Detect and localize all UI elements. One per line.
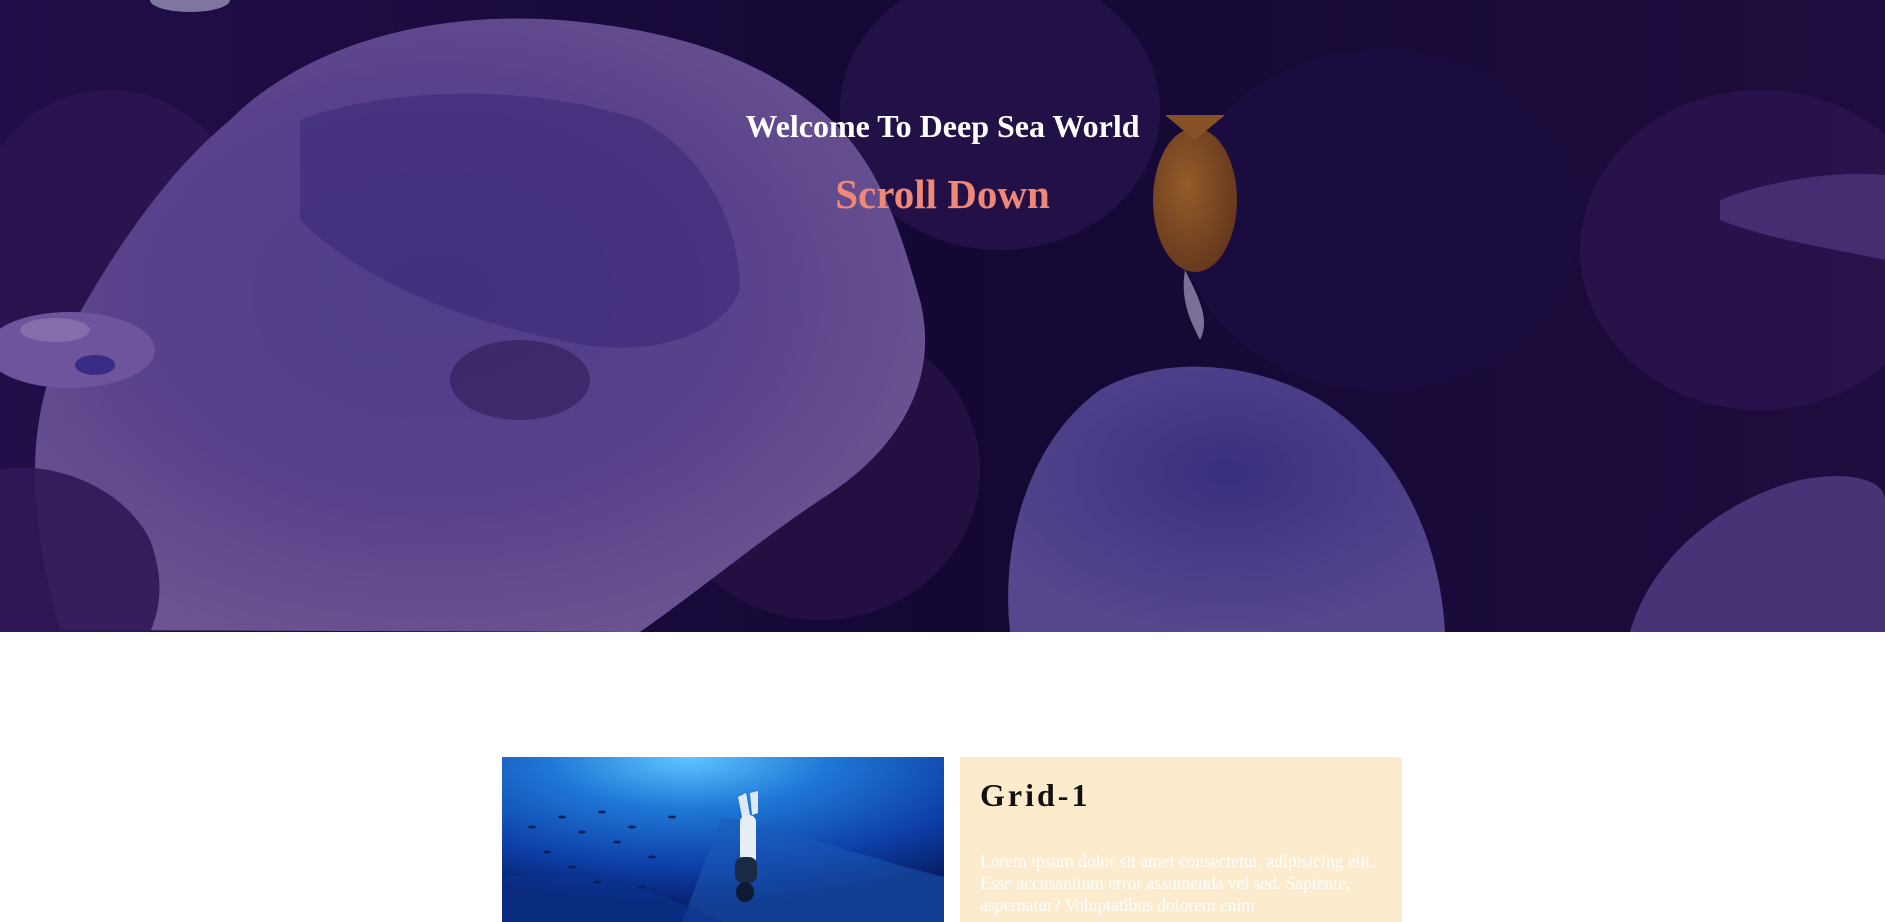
- hero-section: Welcome To Deep Sea World Scroll Down: [0, 0, 1885, 632]
- grid-card: Grid-1 Lorem ipsum dolor sit amet consec…: [960, 757, 1402, 922]
- hero-tint-overlay: [0, 0, 1885, 632]
- grid-card-title: Grid-1: [980, 777, 1091, 813]
- scroll-down-link[interactable]: Scroll Down: [0, 170, 1885, 218]
- grid-card-text: Lorem ipsum dolor sit amet consectetur, …: [980, 851, 1375, 915]
- hero-title: Welcome To Deep Sea World: [745, 108, 1140, 144]
- diver-underwater-image: [502, 757, 944, 922]
- diver-photo: [502, 757, 944, 922]
- grid-section: Grid-1 Lorem ipsum dolor sit amet consec…: [0, 632, 1885, 922]
